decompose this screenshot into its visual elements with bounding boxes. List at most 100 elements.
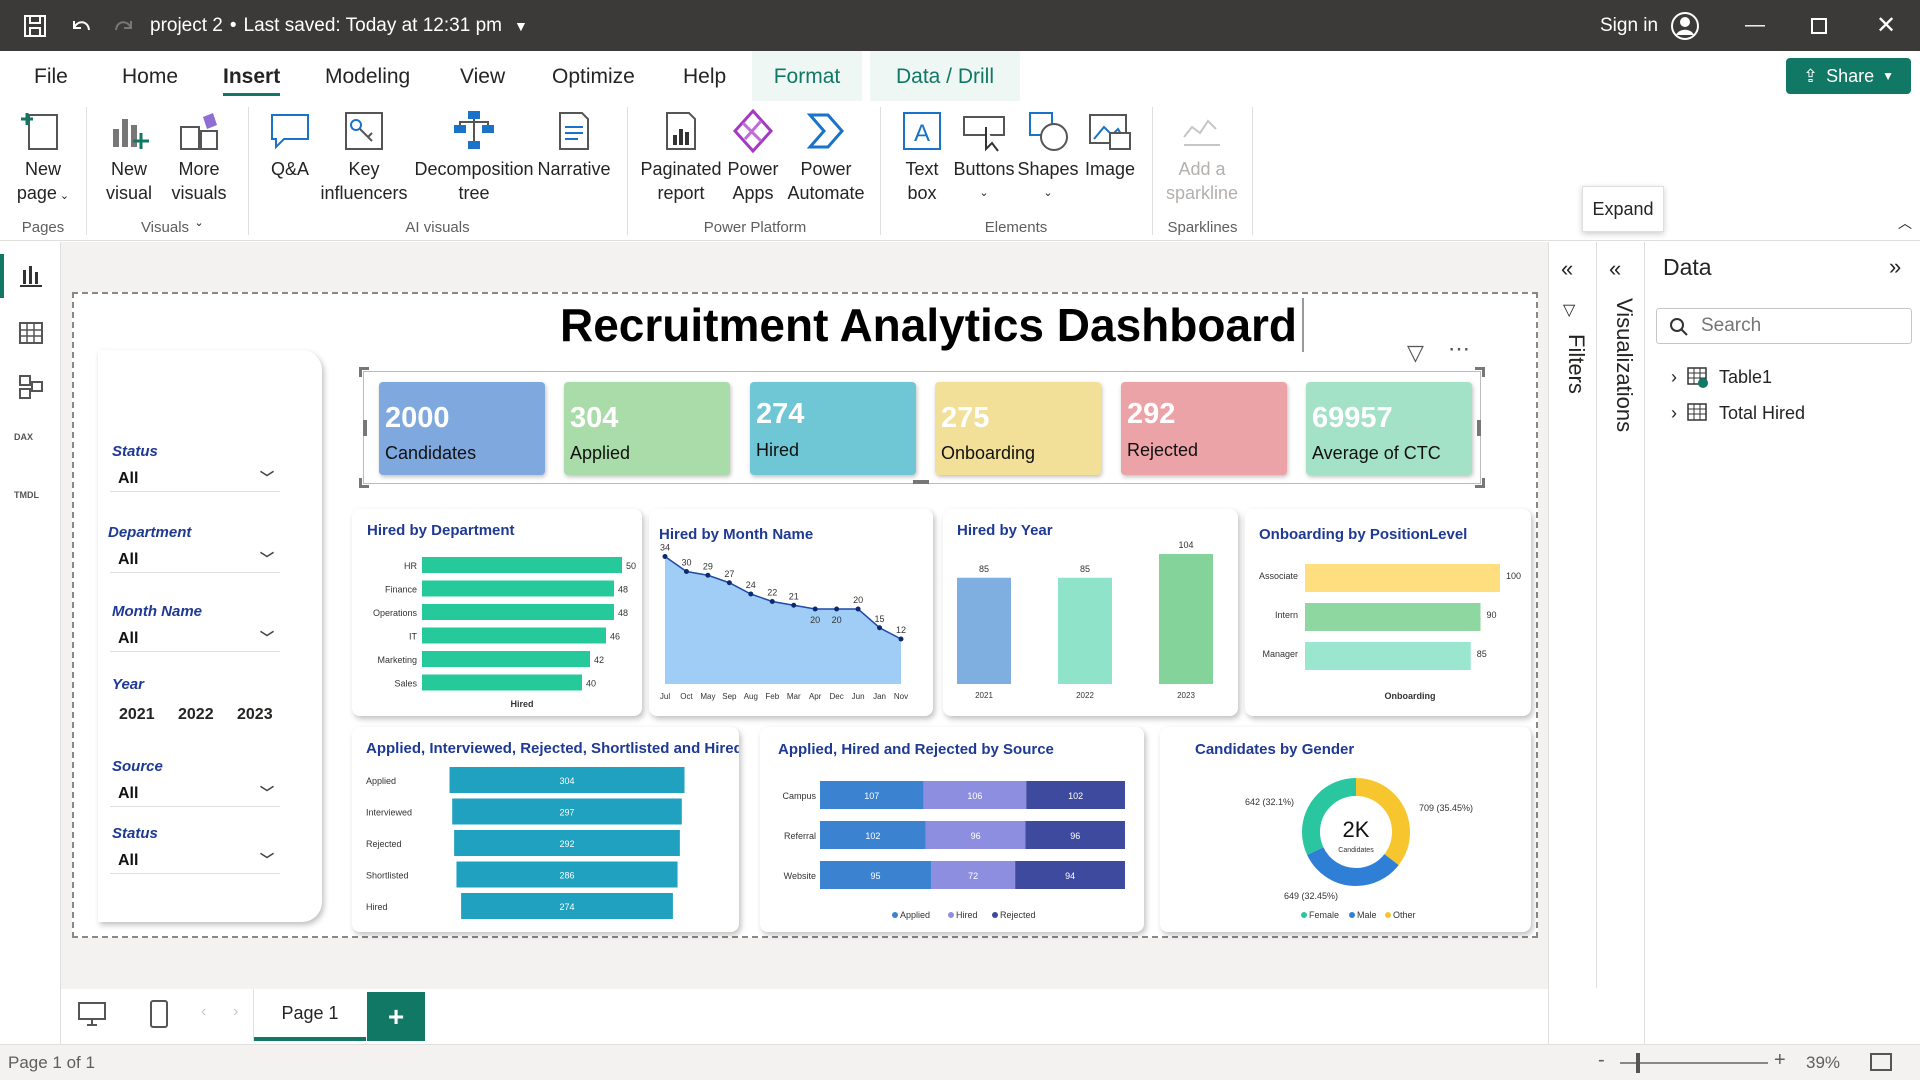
key-influencers-button[interactable]: Key influencers — [318, 109, 410, 205]
buttons-button[interactable]: Buttons ⌄ — [952, 109, 1016, 205]
resize-handle[interactable] — [1475, 367, 1485, 377]
tab-file[interactable]: File — [34, 65, 68, 89]
minimize-icon[interactable]: — — [1745, 0, 1765, 51]
fit-to-page-icon[interactable] — [1870, 1053, 1892, 1071]
narrative-button[interactable]: Narrative — [536, 109, 612, 181]
kpi-card-rejected[interactable]: 292 Rejected — [1121, 382, 1287, 475]
chart-card-onboarding-by-level[interactable]: Onboarding by PositionLevel Associate 100 I… — [1245, 509, 1531, 716]
category-label: Marketing — [377, 655, 417, 665]
data-table-item[interactable]: › Table1 — [1671, 366, 1772, 388]
text-box-button[interactable]: A Text box — [892, 109, 952, 205]
tick-label: Feb — [765, 692, 779, 701]
slicer-dropdown-month[interactable]: All ﹀ — [110, 626, 280, 652]
tmdl-view-icon[interactable]: TMDL — [14, 490, 39, 500]
desktop-layout-icon[interactable] — [77, 1001, 107, 1032]
data-label: 102 — [865, 831, 880, 841]
data-table-item[interactable]: › Total Hired — [1671, 402, 1805, 424]
filters-pane-collapsed[interactable]: « ▽ Filters — [1549, 242, 1597, 988]
resize-handle[interactable] — [363, 420, 367, 436]
undo-icon[interactable] — [68, 0, 94, 51]
maximize-icon[interactable] — [1811, 0, 1827, 51]
share-button[interactable]: ⇪ Share ▼ — [1786, 58, 1911, 94]
category-label: Manager — [1262, 649, 1298, 659]
chart-card-funnel[interactable]: Applied, Interviewed, Rejected, Shortlis… — [352, 727, 743, 932]
power-apps-button[interactable]: Power Apps — [724, 109, 782, 205]
filter-icon[interactable]: ▽ — [1407, 340, 1424, 366]
chart-card-hired-by-month[interactable]: Hired by Month Name 34 Jul 30 Oct 29 May 27 Sep 2… — [649, 509, 933, 716]
chevron-down-icon[interactable]: ▼ — [514, 18, 528, 34]
tab-view[interactable]: View — [460, 65, 505, 89]
kpi-card-average-ctc[interactable]: 69957 Average of CTC — [1306, 382, 1472, 475]
year-option-2022[interactable]: 2022 — [178, 706, 214, 724]
resize-handle[interactable] — [1477, 420, 1481, 436]
close-icon[interactable]: ✕ — [1876, 0, 1896, 51]
new-page-icon — [21, 113, 58, 150]
kpi-card-onboarding[interactable]: 275 Onboarding — [935, 382, 1101, 475]
next-page-icon[interactable]: › — [233, 1003, 238, 1021]
search-input[interactable] — [1701, 313, 1901, 339]
tab-optimize[interactable]: Optimize — [552, 65, 635, 89]
tab-insert[interactable]: Insert — [223, 65, 281, 96]
model-view-icon[interactable] — [18, 374, 44, 405]
tab-format[interactable]: Format — [752, 51, 862, 101]
account-icon[interactable] — [1670, 0, 1700, 51]
resize-handle[interactable] — [913, 480, 929, 484]
decomposition-tree-button[interactable]: Decomposition tree — [414, 109, 534, 205]
zoom-out-icon[interactable]: - — [1598, 1049, 1605, 1072]
new-page-button[interactable]: New page ⌄ — [8, 109, 78, 208]
resize-handle[interactable] — [1475, 478, 1485, 488]
resize-handle[interactable] — [359, 367, 369, 377]
table-view-icon[interactable] — [18, 320, 44, 351]
resize-handle[interactable] — [359, 478, 369, 488]
new-visual-button[interactable]: New visual — [98, 109, 160, 205]
expand-visualizations-icon[interactable]: « — [1609, 256, 1621, 282]
paginated-report-button[interactable]: Paginated report — [638, 109, 724, 205]
slicer-dropdown-status[interactable]: All ﹀ — [110, 466, 280, 492]
report-view-icon[interactable] — [18, 262, 44, 293]
category-label: Intern — [1275, 610, 1298, 620]
tab-help[interactable]: Help — [683, 65, 726, 89]
year-option-2021[interactable]: 2021 — [119, 706, 155, 724]
tab-home[interactable]: Home — [122, 65, 178, 89]
power-automate-button[interactable]: Power Automate — [782, 109, 870, 205]
expand-filters-icon[interactable]: « — [1561, 256, 1573, 282]
image-button[interactable]: Image — [1080, 109, 1140, 181]
slicer-dropdown-department[interactable]: All ﹀ — [110, 547, 280, 573]
dax-query-view-icon[interactable]: DAX — [14, 432, 33, 442]
text-box-label-1: Text — [905, 159, 939, 179]
kpi-card-applied[interactable]: 304 Applied — [564, 382, 730, 475]
previous-page-icon[interactable]: ‹ — [201, 1003, 206, 1021]
page-tab-page-1[interactable]: Page 1 — [254, 989, 366, 1041]
qa-button[interactable]: Q&A — [262, 109, 318, 181]
year-option-2023[interactable]: 2023 — [237, 706, 273, 724]
more-options-icon[interactable]: ⋯ — [1448, 336, 1470, 362]
chart-card-hired-by-year[interactable]: Hired by Year 85 2021 85 2022 104 2023 — [943, 509, 1238, 716]
mobile-layout-icon[interactable] — [149, 999, 169, 1034]
chart-card-by-source[interactable]: Applied, Hired and Rejected by Source Cam… — [760, 727, 1144, 932]
collapse-ribbon-icon[interactable]: ︿ — [1898, 213, 1912, 233]
more-visuals-button[interactable]: More visuals ⌄ — [166, 109, 232, 235]
category-label: IT — [409, 632, 418, 642]
zoom-slider[interactable] — [1620, 1062, 1768, 1064]
redo-icon[interactable] — [111, 0, 137, 51]
visualizations-pane-collapsed[interactable]: « Visualizations — [1597, 242, 1645, 1044]
category-label: Sales — [394, 679, 417, 689]
tab-data-drill[interactable]: Data / Drill — [870, 51, 1020, 101]
slicer-dropdown-status-2[interactable]: All ﹀ — [110, 848, 280, 874]
kpi-card-candidates[interactable]: 2000 Candidates — [379, 382, 545, 475]
shapes-button[interactable]: Shapes ⌄ — [1016, 109, 1080, 205]
save-icon[interactable] — [22, 0, 48, 51]
zoom-in-icon[interactable]: + — [1774, 1049, 1786, 1072]
collapse-data-pane-icon[interactable]: » — [1889, 254, 1901, 280]
zoom-slider-thumb[interactable] — [1636, 1053, 1640, 1073]
chart-card-by-gender[interactable]: Candidates by Gender 2K Candidates 642 (32.… — [1160, 727, 1531, 932]
add-page-button[interactable]: + — [367, 992, 425, 1041]
slicer-dropdown-source[interactable]: All ﹀ — [110, 781, 280, 807]
kpi-card-hired[interactable]: 274 Hired — [750, 382, 916, 475]
slicer-label-month: Month Name — [112, 603, 202, 620]
sign-in-link[interactable]: Sign in — [1600, 0, 1658, 51]
category-label: Rejected — [366, 839, 402, 849]
tab-modeling[interactable]: Modeling — [325, 65, 410, 89]
chart-card-hired-by-department[interactable]: Hired by Department HR 50 Finance 48 Operatio… — [352, 509, 642, 716]
data-search-box[interactable] — [1656, 308, 1912, 344]
